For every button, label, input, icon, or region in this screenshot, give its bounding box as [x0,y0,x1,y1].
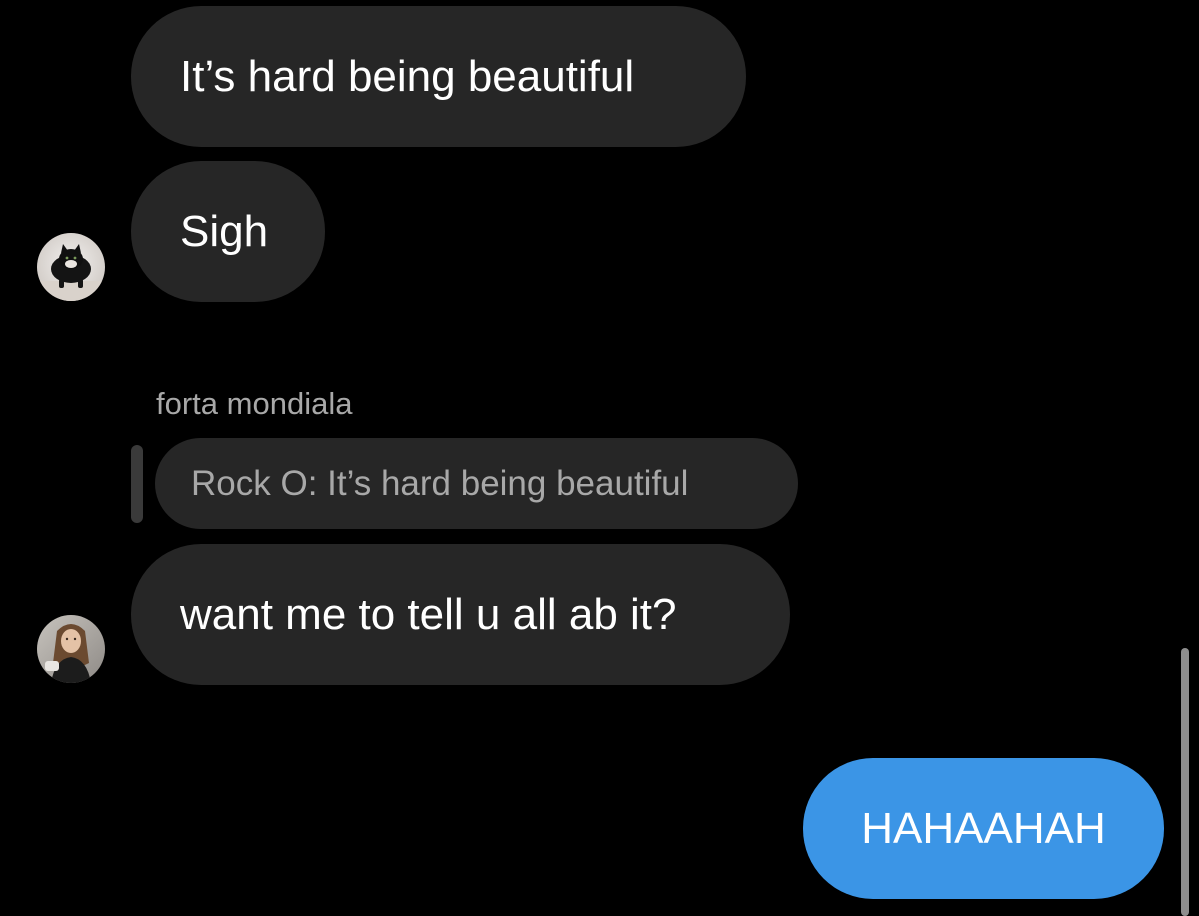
message-text: Sigh [180,206,269,256]
message-text: HAHAAHAH [861,803,1106,853]
incoming-message-bubble[interactable]: Sigh [131,161,325,302]
message-text: It’s hard being beautiful [180,51,635,101]
quoted-reply-bubble[interactable]: Rock O: It’s hard being beautiful [155,438,798,529]
reply-indicator-bar [131,445,143,523]
scrollbar-thumb[interactable] [1181,648,1189,916]
sender-avatar-person[interactable] [37,615,105,683]
outgoing-message-bubble[interactable]: HAHAAHAH [803,758,1164,899]
message-text: want me to tell u all ab it? [180,589,677,639]
reply-sender-name: forta mondiala [156,386,353,421]
incoming-message-bubble[interactable]: It’s hard being beautiful [131,6,746,147]
incoming-message-bubble[interactable]: want me to tell u all ab it? [131,544,790,685]
sender-avatar-cat[interactable] [37,233,105,301]
quoted-reply-text: Rock O: It’s hard being beautiful [191,463,689,503]
